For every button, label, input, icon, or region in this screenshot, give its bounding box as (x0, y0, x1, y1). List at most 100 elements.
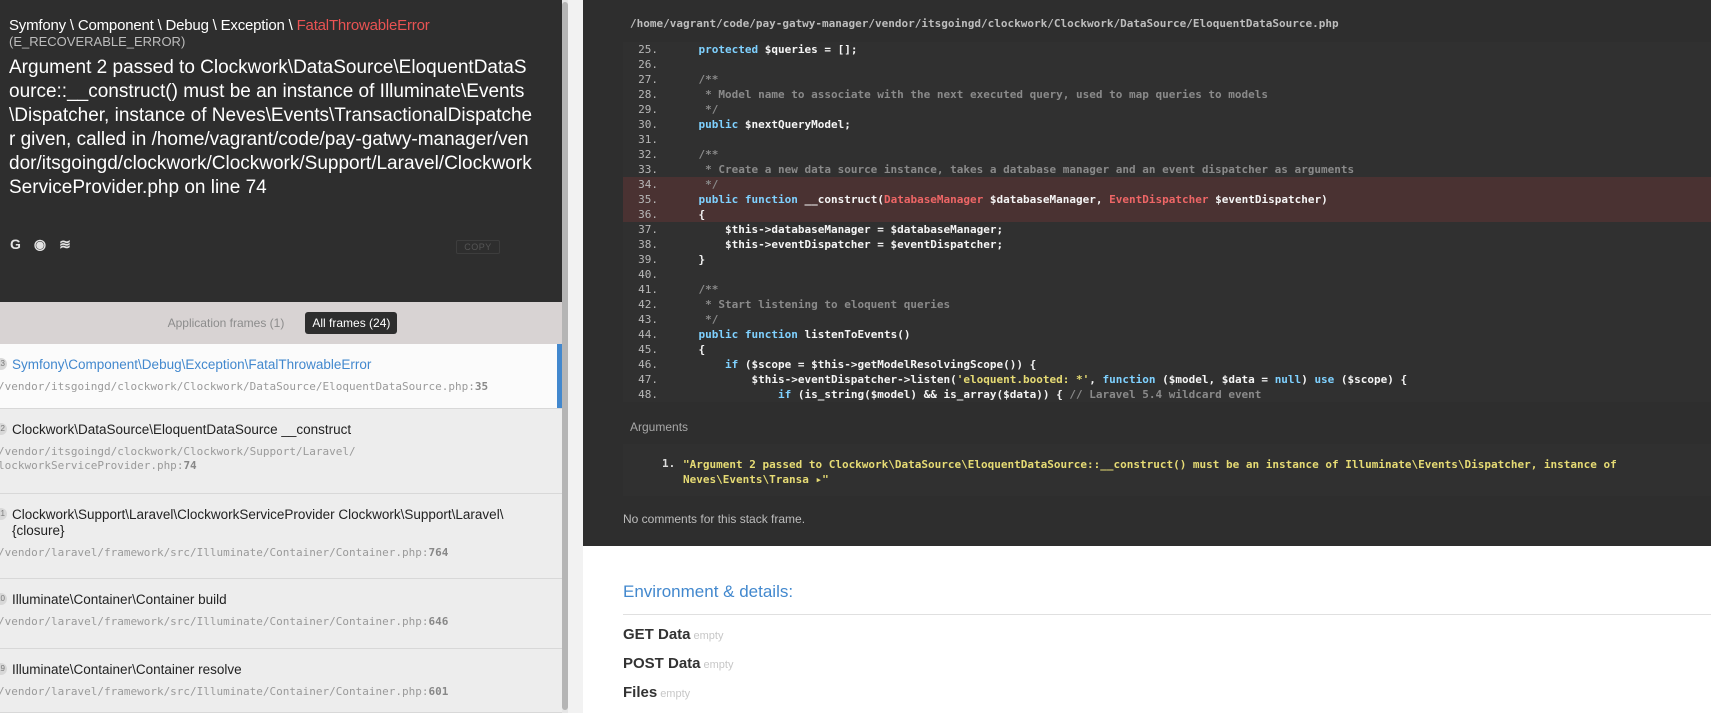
code-text: $this->eventDispatcher->listen('eloquent… (672, 373, 1408, 386)
frame-index: 19 (0, 663, 7, 675)
code-line: 39. } (623, 252, 1711, 267)
line-number: 38. (638, 238, 658, 251)
code-text: */ (698, 178, 719, 191)
tab-all-frames[interactable]: All frames (24) (305, 312, 398, 334)
code-text: public function listenToEvents() (698, 328, 911, 341)
frame-item[interactable]: 22 Clockwork\DataSource\EloquentDataSour… (0, 409, 562, 494)
code-line: 25. protected $queries = []; (623, 42, 1711, 57)
code-text: if ($scope = $this->getModelResolvingSco… (724, 358, 1037, 371)
code-text: } (672, 253, 706, 266)
env-section-files: Files empty (623, 684, 690, 701)
frame-item[interactable]: 19 Illuminate\Container\Container resolv… (0, 649, 562, 713)
code-line: 30. public $nextQueryModel; (623, 117, 1711, 132)
code-line: 35. public function __construct(Database… (623, 192, 1711, 207)
search-links: G ◉ ≋ (10, 236, 71, 252)
code-line: 32. /** (623, 147, 1711, 162)
code-line: 36. { (623, 207, 1711, 222)
code-text: public $nextQueryModel; (698, 118, 851, 131)
exception-class-path: Symfony \ Component \ Debug \ Exception … (9, 17, 568, 34)
arguments-label: Arguments (630, 420, 689, 434)
code-line: 43. */ (623, 312, 1711, 327)
line-number: 26. (638, 58, 658, 71)
code-line: 37. $this->databaseManager = $databaseMa… (623, 222, 1711, 237)
line-number: 29. (638, 103, 658, 116)
frame-index: 22 (0, 423, 7, 435)
frame-file: /vendor/itsgoingd/clockwork/Clockwork/Da… (0, 380, 489, 393)
env-section-title: POST Data (623, 655, 701, 672)
env-section-status: empty (660, 688, 691, 700)
code-text: protected $queries = []; (698, 43, 858, 56)
code-line: 41. /** (623, 282, 1711, 297)
code-text: public function __construct(DatabaseMana… (698, 193, 1328, 206)
env-section-title: GET Data (623, 626, 691, 643)
panel-divider (568, 0, 583, 713)
environment-title: Environment & details: (623, 582, 794, 601)
line-number: 42. (638, 298, 658, 311)
code-text: /** (698, 148, 719, 161)
code-line: 33. * Create a new data source instance,… (623, 162, 1711, 177)
line-number: 37. (638, 223, 658, 236)
code-text: /** (698, 73, 719, 86)
line-number: 32. (638, 148, 658, 161)
line-number: 39. (638, 253, 658, 266)
exception-class-name: FatalThrowableError (296, 17, 430, 34)
code-line: 40. (623, 267, 1711, 282)
argument-value[interactable]: "Argument 2 passed to Clockwork\DataSour… (683, 457, 1703, 487)
code-line: 31. (623, 132, 1711, 147)
google-search-icon[interactable]: G (10, 236, 21, 252)
frames-list: 23 Symfony\Component\Debug\Exception\Fat… (0, 344, 562, 713)
code-text: if (is_string($model) && is_array($data)… (777, 388, 1262, 401)
frame-item[interactable]: 21 Clockwork\Support\Laravel\ClockworkSe… (0, 494, 562, 579)
exception-message: Argument 2 passed to Clockwork\DataSourc… (9, 57, 533, 198)
stackoverflow-search-icon[interactable]: ≋ (59, 236, 71, 252)
line-number: 33. (638, 163, 658, 176)
code-text: * Create a new data source instance, tak… (698, 163, 1355, 176)
line-number: 35. (638, 193, 658, 206)
env-section-title: Files (623, 684, 658, 701)
line-number: 34. (638, 178, 658, 191)
line-number: 25. (638, 43, 658, 56)
code-line: 28. * Model name to associate with the n… (623, 87, 1711, 102)
code-line: 45. { (623, 342, 1711, 357)
code-line: 47. $this->eventDispatcher->listen('eloq… (623, 372, 1711, 387)
frame-file-path: /home/vagrant/code/pay-gatwy-manager/ven… (630, 17, 1339, 30)
code-line: 34. */ (623, 177, 1711, 192)
frame-class: Clockwork\Support\Laravel\ClockworkServi… (12, 507, 504, 538)
code-text: { (672, 343, 706, 356)
code-line: 27. /** (623, 72, 1711, 87)
frame-index: 21 (0, 508, 7, 520)
env-section-post-data: POST Data empty (623, 655, 734, 672)
code-line: 42. * Start listening to eloquent querie… (623, 297, 1711, 312)
code-text: { (672, 208, 706, 221)
line-number: 28. (638, 88, 658, 101)
code-block: 25. protected $queries = []; 26. 27. /** 28… (623, 42, 1711, 402)
exception-header: Symfony \ Component \ Debug \ Exception … (0, 0, 568, 302)
frame-file: /vendor/laravel/framework/src/Illuminate… (0, 685, 449, 698)
line-number: 48. (638, 388, 658, 401)
code-line: 48. if (is_string($model) && is_array($d… (623, 387, 1711, 402)
code-line: 44. public function listenToEvents() (623, 327, 1711, 342)
env-section-status: empty (703, 659, 734, 671)
line-number: 44. (638, 328, 658, 341)
line-number: 47. (638, 373, 658, 386)
code-text: $this->eventDispatcher = $eventDispatche… (672, 238, 1004, 251)
duckduckgo-search-icon[interactable]: ◉ (34, 236, 46, 252)
line-number: 36. (638, 208, 658, 221)
argument-number: 1. (662, 457, 676, 470)
frame-index: 20 (0, 593, 7, 605)
code-text: */ (698, 103, 719, 116)
line-number: 27. (638, 73, 658, 86)
frame-class: Clockwork\DataSource\EloquentDataSource … (12, 422, 352, 437)
copy-button[interactable]: COPY (456, 240, 500, 254)
exception-code: (E_RECOVERABLE_ERROR) (9, 34, 186, 49)
exception-namespace: Symfony \ Component \ Debug \ Exception … (9, 17, 297, 34)
frame-class: Illuminate\Container\Container build (12, 592, 227, 607)
frame-file: /vendor/laravel/framework/src/Illuminate… (0, 546, 449, 559)
frame-item[interactable]: 20 Illuminate\Container\Container build … (0, 579, 562, 649)
tab-application-frames[interactable]: Application frames (1) (161, 312, 292, 334)
frame-item[interactable]: 23 Symfony\Component\Debug\Exception\Fat… (0, 344, 562, 409)
line-number: 43. (638, 313, 658, 326)
line-number: 45. (638, 343, 658, 356)
code-text: * Start listening to eloquent queries (698, 298, 951, 311)
code-line: 46. if ($scope = $this->getModelResolvin… (623, 357, 1711, 372)
